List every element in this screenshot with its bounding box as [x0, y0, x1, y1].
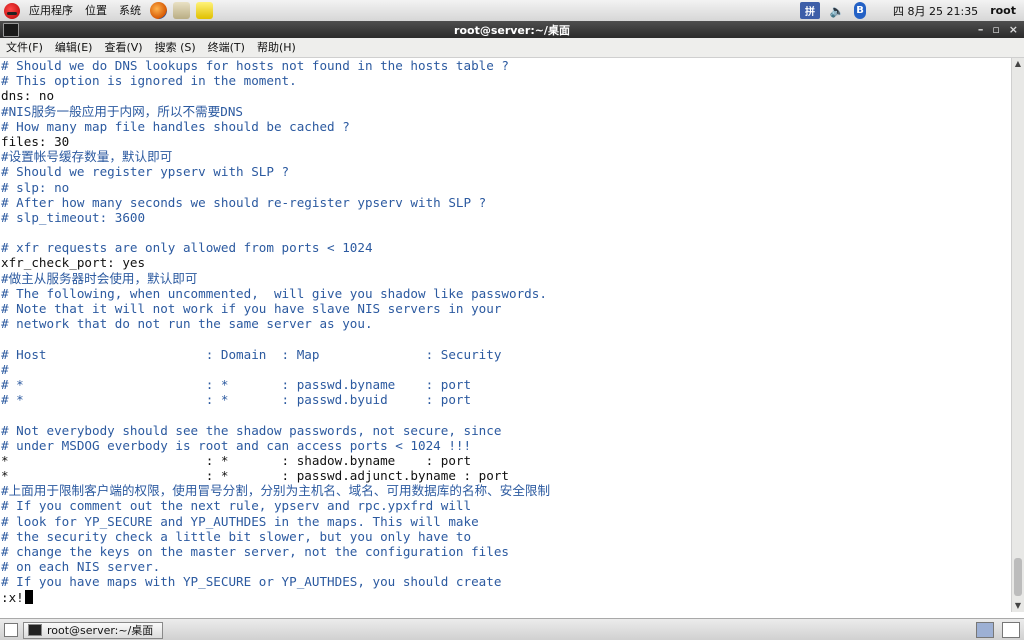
top-panel: 应用程序 位置 系统 拼 🔈 B 四 8月 25 21:35 root: [0, 0, 1024, 22]
taskbar-terminal-button[interactable]: root@server:~/桌面: [23, 621, 163, 639]
terminal-line: #上面用于限制客户端的权限，使用冒号分割，分别为主机名、域名、可用数据库的名称、…: [1, 483, 551, 499]
maximize-button[interactable]: ▫: [992, 23, 999, 36]
terminal-line: # If you comment out the next rule, ypse…: [1, 498, 472, 514]
terminal-line: # Should we register ypserv with SLP ?: [1, 164, 290, 180]
taskbar-label: root@server:~/桌面: [47, 624, 154, 637]
terminal-line: # Host : Domain : Map : Security: [1, 346, 502, 362]
terminal-line: xfr_check_port: yes: [1, 255, 146, 271]
panel-menu-applications[interactable]: 应用程序: [23, 0, 79, 21]
window-title: root@server:~/桌面: [454, 23, 570, 37]
terminal-line: #NIS服务一般应用于内网，所以不需要DNS: [1, 103, 243, 119]
terminal-line: # * : * : passwd.byname : port: [1, 376, 472, 392]
menu-search[interactable]: 搜索 (S): [149, 38, 202, 57]
terminal-line: # on each NIS server.: [1, 559, 161, 575]
input-method-icon[interactable]: 拼: [800, 2, 820, 19]
terminal-line: # the security check a little bit slower…: [1, 528, 472, 544]
terminal-line: # After how many seconds we should re-re…: [1, 194, 487, 210]
terminal-line: # change the keys on the master server, …: [1, 544, 509, 559]
vim-command-line: :x!: [0, 589, 1012, 605]
firefox-launcher-icon[interactable]: [150, 2, 167, 19]
command-text: :x!: [1, 589, 24, 605]
terminal-line: # * : * : passwd.byuid : port: [1, 392, 472, 408]
desktop-screen: 应用程序 位置 系统 拼 🔈 B 四 8月 25 21:35 root root…: [0, 0, 1024, 640]
terminal-scrollbar[interactable]: ▲ ▼: [1011, 58, 1024, 612]
menu-terminal[interactable]: 终端(T): [202, 38, 251, 57]
mail-launcher-icon[interactable]: [173, 2, 190, 19]
window-titlebar[interactable]: root@server:~/桌面 – ▫ ×: [0, 21, 1024, 38]
terminal-line: # The following, when uncommented, will …: [1, 285, 547, 301]
panel-left: 应用程序 位置 系统: [0, 0, 216, 21]
menu-file[interactable]: 文件(F): [0, 38, 49, 57]
terminal-line: # under MSDOG everbody is root and can a…: [1, 437, 472, 453]
terminal-menubar: 文件(F) 编辑(E) 查看(V) 搜索 (S) 终端(T) 帮助(H): [0, 38, 1024, 58]
menu-view[interactable]: 查看(V): [98, 38, 148, 57]
terminal-line: * : * : passwd.adjunct.byname : port: [1, 468, 509, 484]
terminal-line: # Not everybody should see the shadow pa…: [1, 422, 502, 438]
terminal-line: # slp: no: [1, 179, 70, 195]
bottom-panel: root@server:~/桌面: [0, 618, 1024, 640]
terminal-text-area[interactable]: # Should we do DNS lookups for hosts not…: [0, 58, 1012, 612]
terminal-line: files: 30: [1, 133, 70, 149]
terminal-line: # If you have maps with YP_SECURE or YP_…: [1, 574, 502, 590]
volume-icon[interactable]: 🔈: [830, 2, 845, 19]
terminal-line: # This option is ignored in the moment.: [1, 73, 297, 89]
panel-clock[interactable]: 四 8月 25 21:35: [893, 3, 978, 19]
terminal-icon[interactable]: [3, 23, 19, 37]
terminal-line: #: [1, 361, 9, 377]
terminal-line: # look for YP_SECURE and YP_AUTHDES in t…: [1, 513, 479, 529]
terminal-line: # slp_timeout: 3600: [1, 209, 146, 225]
scroll-thumb[interactable]: [1014, 558, 1022, 596]
terminal-line: # Note that it will not work if you have…: [1, 301, 502, 316]
notes-launcher-icon[interactable]: [196, 2, 213, 19]
terminal-line: #设置帐号缓存数量，默认即可: [1, 149, 173, 165]
terminal-line: # xfr requests are only allowed from por…: [1, 240, 373, 256]
workspace-1-icon[interactable]: [976, 622, 994, 638]
menu-edit[interactable]: 编辑(E): [49, 38, 99, 57]
close-button[interactable]: ×: [1009, 23, 1018, 36]
bluetooth-icon[interactable]: B: [854, 2, 866, 19]
window-controls: – ▫ ×: [978, 21, 1018, 38]
text-cursor: [24, 589, 33, 604]
panel-right: 拼 🔈 B 四 8月 25 21:35 root: [795, 0, 1024, 21]
menu-help[interactable]: 帮助(H): [251, 38, 302, 57]
show-desktop-icon[interactable]: [4, 623, 18, 637]
terminal-line: # network that do not run the same serve…: [1, 316, 373, 332]
workspace-switcher: [976, 622, 1020, 638]
minimize-button[interactable]: –: [978, 23, 984, 36]
terminal-line: #做主从服务器时会使用，默认即可: [1, 270, 198, 286]
panel-menu-places[interactable]: 位置: [79, 0, 113, 21]
terminal-line: * : * : shadow.byname : port: [1, 452, 472, 468]
terminal-line: # Should we do DNS lookups for hosts not…: [1, 58, 509, 73]
scroll-up-icon[interactable]: ▲: [1012, 58, 1024, 70]
workspace-2-icon[interactable]: [1002, 622, 1020, 638]
terminal-line: dns: no: [1, 88, 55, 104]
scroll-down-icon[interactable]: ▼: [1012, 600, 1024, 612]
distro-logo-icon[interactable]: [4, 2, 20, 19]
terminal-icon: [28, 624, 42, 636]
panel-user[interactable]: root: [990, 4, 1016, 17]
panel-menu-system[interactable]: 系统: [113, 0, 147, 21]
terminal-line: # How many map file handles should be ca…: [1, 118, 350, 134]
